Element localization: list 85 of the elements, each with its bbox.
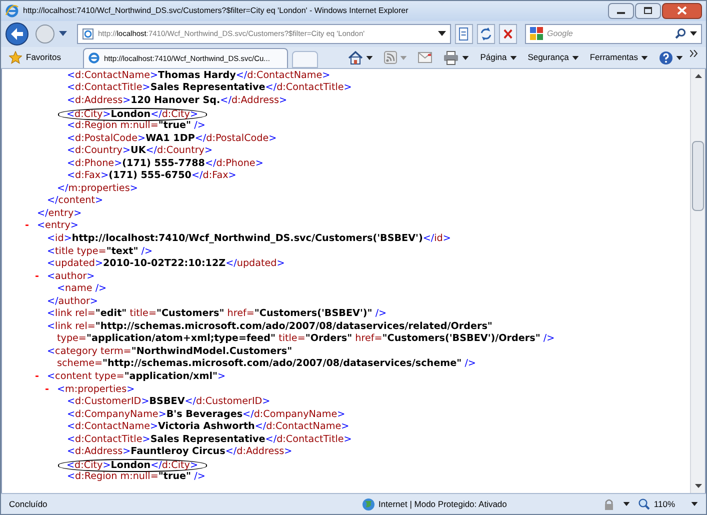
xml-line: <title type="text" /> <box>47 246 153 258</box>
xml-line: <d:ContactName>Thomas Hardy</d:ContactName> <box>67 70 330 82</box>
scrollbar[interactable] <box>690 68 705 494</box>
stop-icon[interactable] <box>499 24 517 44</box>
scrollbar-thumb[interactable] <box>692 140 704 211</box>
caret-icon <box>510 56 517 60</box>
browser-logo-icon <box>5 4 19 18</box>
caret-icon[interactable] <box>676 56 683 60</box>
xml-line: <d:Fax>(171) 555-6750</d:Fax> <box>67 170 236 183</box>
caret-icon[interactable] <box>462 56 470 60</box>
search-icon[interactable] <box>675 28 686 40</box>
menu-button[interactable]: Página <box>480 51 517 64</box>
xml-line: <m:properties> <box>57 384 135 396</box>
search-options-caret-icon[interactable] <box>690 31 697 36</box>
close-button[interactable] <box>662 2 702 19</box>
back-button[interactable] <box>5 22 31 46</box>
xml-line: <d:Region m:null="true" /> <box>67 471 206 484</box>
status-text: Concluído <box>9 498 48 510</box>
xml-line: </m:properties> <box>57 182 138 196</box>
xml-line: </author> <box>47 296 98 308</box>
window-title: http://localhost:7410/Wcf_Northwind_DS.svc/Customers?$filter=City eq 'London' - Windows Internet Explorer <box>23 4 410 17</box>
circled-xml-line: <d:City>London</d:City> <box>58 108 208 120</box>
scroll-up-icon[interactable] <box>694 74 702 78</box>
circled-xml-line: <d:City>London</d:City> <box>58 458 208 472</box>
menu-button[interactable]: Ferramentas <box>590 51 648 64</box>
xml-line: <d:PostalCode>WA1 1DP</d:PostalCode> <box>67 132 277 146</box>
dropdown-caret-icon[interactable] <box>438 31 446 36</box>
home-icon[interactable] <box>348 50 364 65</box>
xml-line: <id>http://localhost:7410/Wcf_Northwind_DS.svc/Customers('BSBEV')</id> <box>47 232 451 246</box>
history-caret-icon[interactable] <box>59 30 67 37</box>
chevron-icon[interactable] <box>690 50 698 57</box>
xml-line: <d:ContactTitle>Sales Representative</d:ContactTitle> <box>67 434 352 446</box>
caret-icon <box>641 56 648 60</box>
xml-line: </content> <box>47 195 104 208</box>
caret-icon <box>572 56 579 60</box>
star-icon <box>9 51 22 64</box>
help-icon[interactable] <box>659 50 673 65</box>
favorites-button[interactable]: Favoritos <box>5 48 75 68</box>
xml-line: <content type="application/xml"> <box>47 370 226 384</box>
xml-line: <d:Region m:null="true" /> <box>67 120 206 133</box>
print-icon[interactable] <box>443 50 460 65</box>
search-box[interactable]: Google <box>525 24 702 44</box>
collapse-toggle[interactable]: - <box>25 220 29 233</box>
xml-line: <category term="NorthwindModel.Customers" <box>47 346 292 358</box>
page-icon <box>82 28 94 40</box>
xml-line: <d:ContactName>Victoria Ashworth</d:ContactName> <box>67 421 350 434</box>
lock-icon[interactable] <box>602 498 615 510</box>
xml-line: <updated>2010-10-02T22:10:12Z</updated> <box>47 258 285 271</box>
zoom-caret-icon[interactable] <box>691 502 698 506</box>
feed-icon[interactable] <box>384 51 398 64</box>
collapse-toggle[interactable]: - <box>35 370 39 384</box>
close-icon <box>677 6 687 16</box>
zoom-icon[interactable] <box>638 498 650 510</box>
caret-icon[interactable] <box>366 56 374 60</box>
menu-button[interactable]: Segurança <box>528 51 579 64</box>
xml-line: <link rel="edit" title="Customers" href="Customers('BSBEV')" /> <box>47 308 387 321</box>
xml-line: <name /> <box>57 283 107 296</box>
xml-line: <link rel="http://schemas.microsoft.com/ado/2007/08/dataservices/related/Orders" <box>47 320 492 334</box>
scroll-down-icon[interactable] <box>694 484 702 488</box>
minimize-button[interactable] <box>608 2 634 19</box>
compatibility-view-icon[interactable] <box>455 24 473 44</box>
xml-line: <d:CompanyName>B's Beverages</d:CompanyName> <box>67 408 346 422</box>
xml-line: </entry> <box>37 208 82 220</box>
xml-line: scheme="http://schemas.microsoft.com/ado/2007/08/dataservices/scheme" /> <box>57 358 476 371</box>
refresh-icon[interactable] <box>477 24 495 44</box>
security-zone-text: Internet | Modo Protegido: Ativado <box>378 498 507 510</box>
xml-line: <d:Phone>(171) 555-7788</d:Phone> <box>67 158 264 170</box>
search-provider-icon <box>530 27 543 40</box>
globe-icon <box>362 498 375 510</box>
xml-line: <entry> <box>37 220 78 233</box>
xml-line: <d:ContactTitle>Sales Representative</d:ContactTitle> <box>67 82 352 95</box>
collapse-toggle[interactable]: - <box>35 270 39 284</box>
zoom-level[interactable]: 110% <box>654 498 675 510</box>
xml-line: <d:Country>UK</d:Country> <box>67 145 213 158</box>
xml-line: <author> <box>47 270 95 284</box>
xml-line: type="application/atom+xml;type=feed" title="Orders" href="Customers('BSBEV')/Orders" /> <box>57 333 555 346</box>
xml-line: <d:Address>Fauntleroy Circus</d:Address> <box>67 446 292 459</box>
xml-line: <d:Address>120 Hanover Sq.</d:Address> <box>67 94 288 108</box>
browser-logo-icon <box>88 52 100 64</box>
dropdown-caret-icon[interactable] <box>622 502 630 506</box>
xml-line: <d:CustomerID>BSBEV</d:CustomerID> <box>67 396 270 409</box>
collapse-toggle[interactable]: - <box>45 384 49 396</box>
search-field[interactable]: Google <box>547 28 671 40</box>
maximize-button[interactable] <box>635 2 661 19</box>
mail-icon[interactable] <box>418 52 432 64</box>
